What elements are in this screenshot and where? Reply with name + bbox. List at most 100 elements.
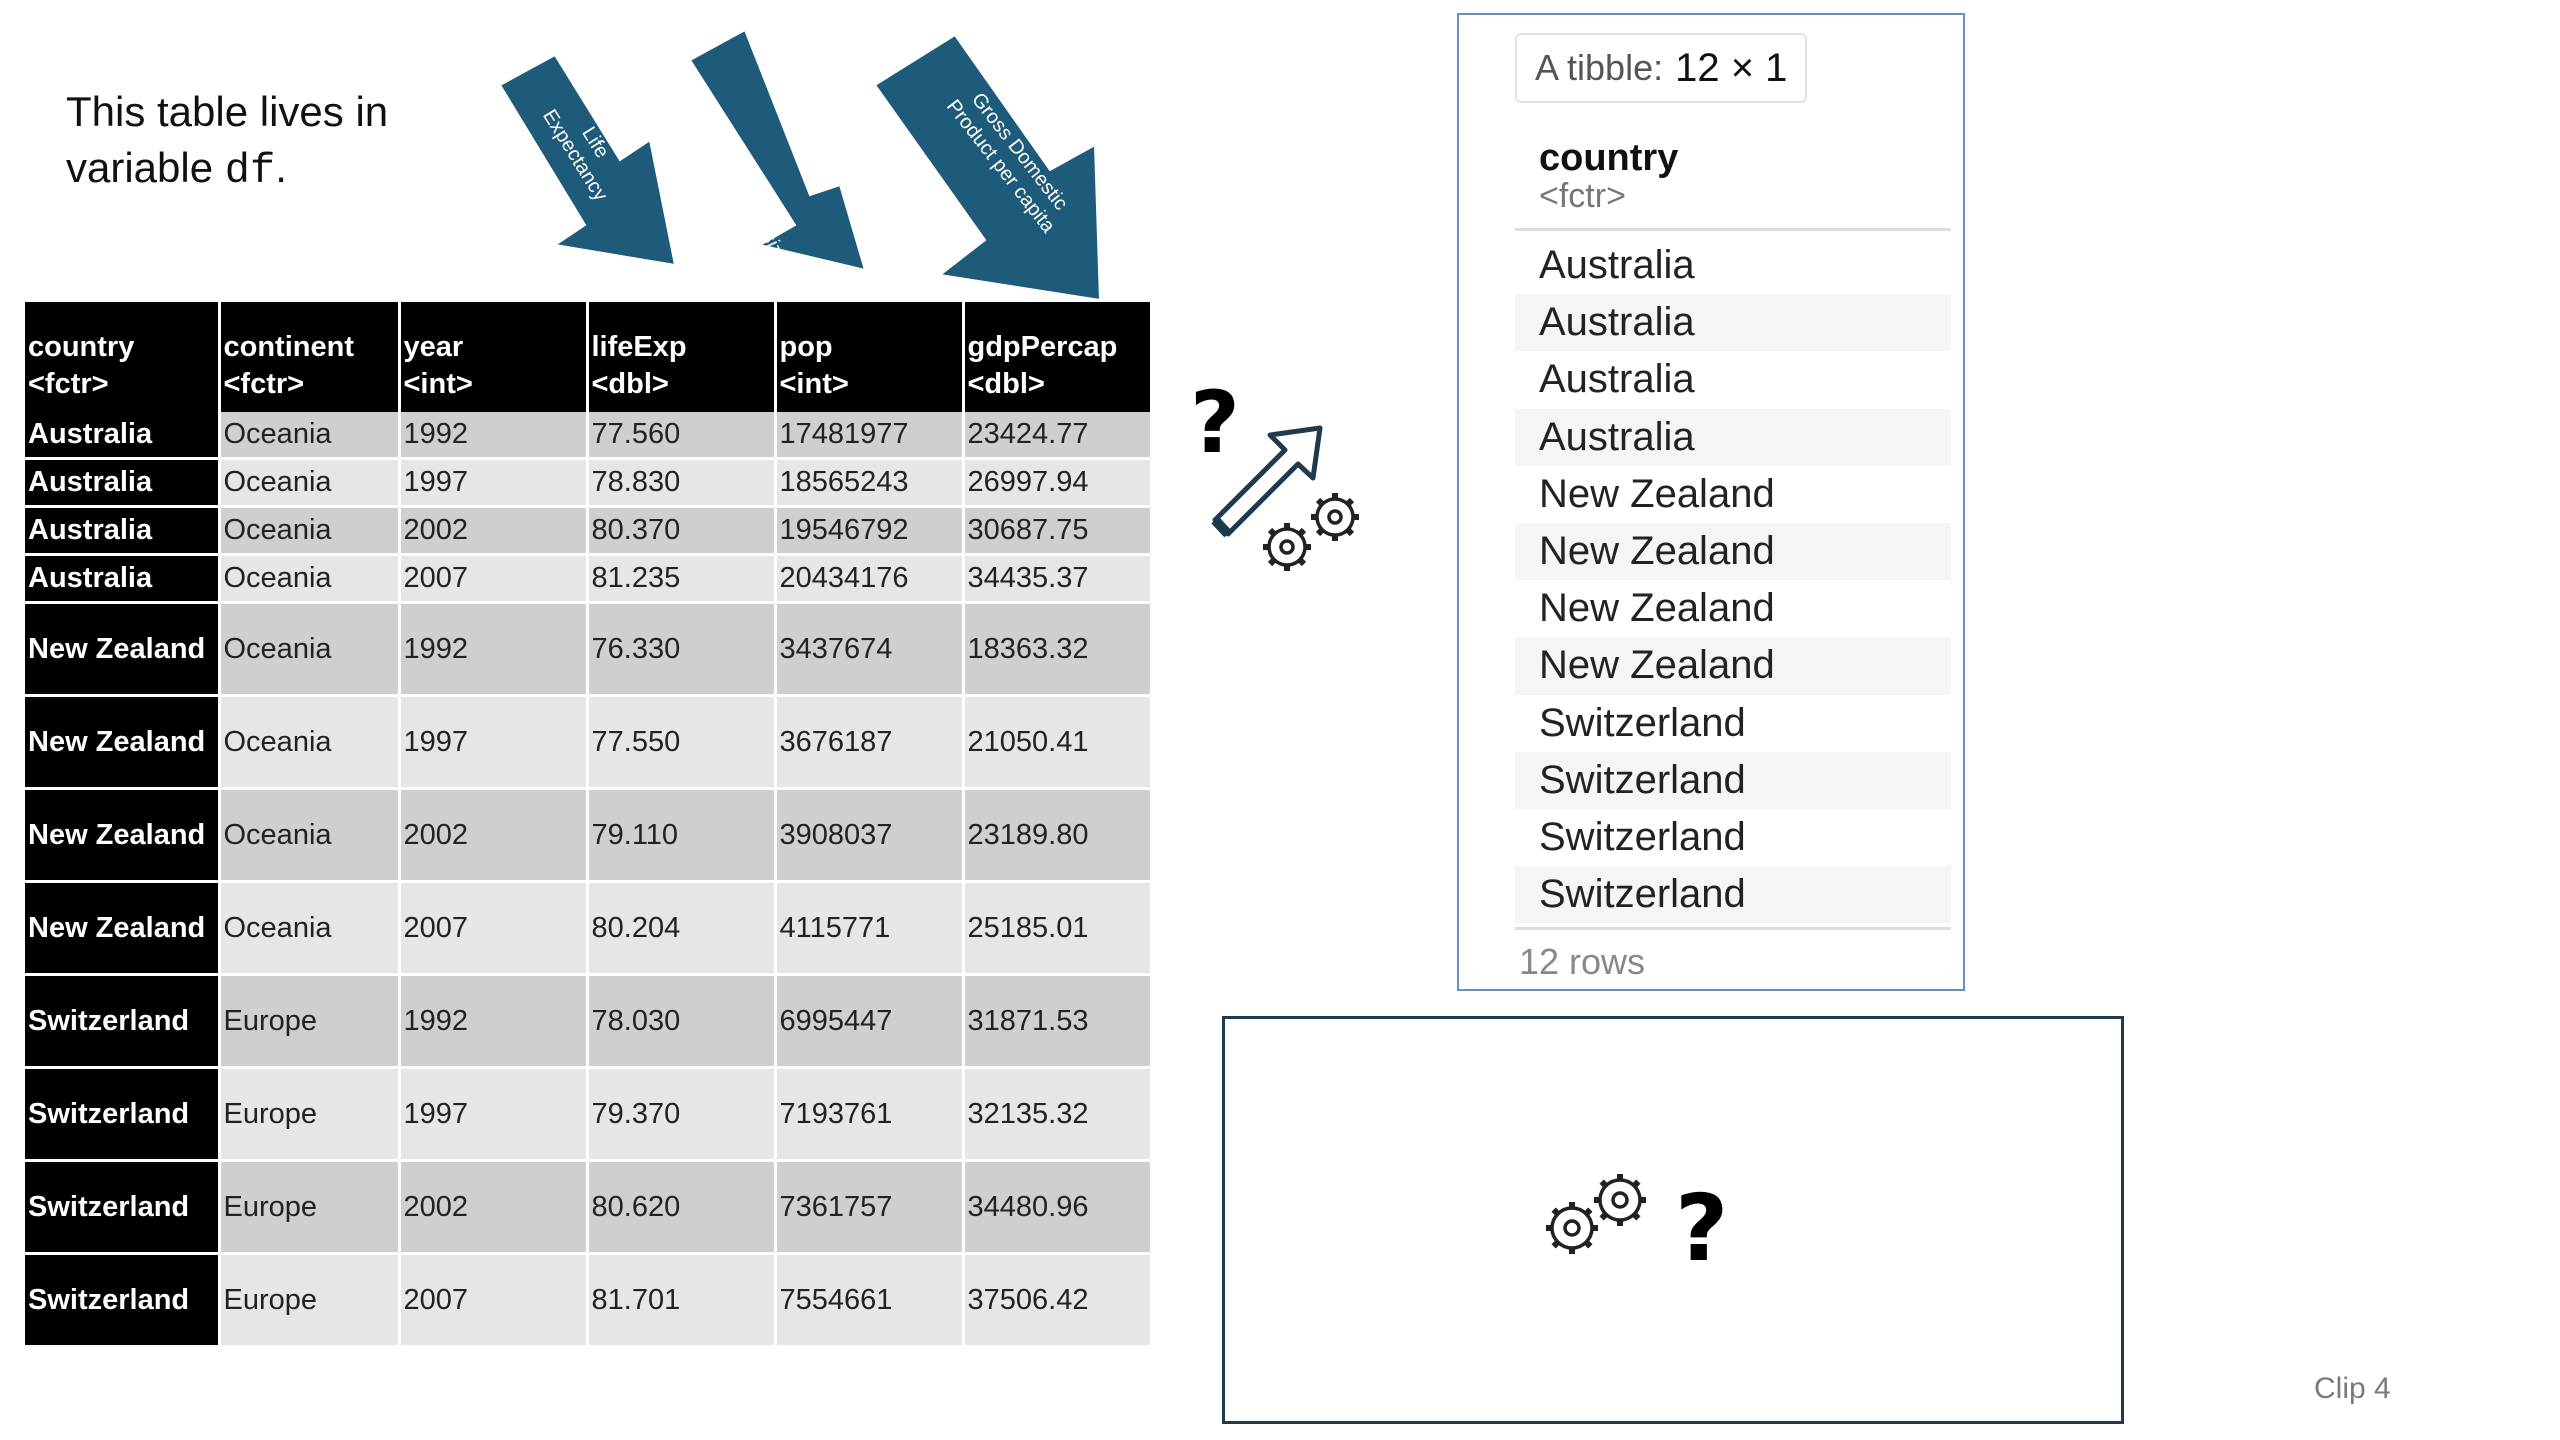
cell-gdppercap: 30687.75 xyxy=(963,506,1153,556)
tibble-row: New Zealand xyxy=(1539,586,1775,631)
cell-country: Australia xyxy=(25,554,221,604)
cell-country: Australia xyxy=(25,412,221,460)
cell-lifeexp: 80.204 xyxy=(587,881,777,976)
col-type-gdppercap: <dbl> xyxy=(963,368,1153,412)
cell-country: Switzerland xyxy=(25,1253,221,1348)
cell-lifeexp: 80.370 xyxy=(587,506,777,556)
cell-country: New Zealand xyxy=(25,881,221,976)
cell-continent: Oceania xyxy=(219,788,401,883)
table-row: Switzerland Europe 2007 81.701 7554661 37506.… xyxy=(25,1253,1153,1348)
tibble-row: Switzerland xyxy=(1515,866,1951,924)
cell-lifeexp: 78.830 xyxy=(587,458,777,508)
tibble-row: New Zealand xyxy=(1515,522,1951,581)
cell-pop: 3908037 xyxy=(775,788,965,883)
gears-icon xyxy=(1546,1174,1646,1254)
cell-gdppercap: 26997.94 xyxy=(963,458,1153,508)
cell-year: 2007 xyxy=(399,554,589,604)
col-header-year: year xyxy=(399,302,589,368)
col-type-pop: <int> xyxy=(775,368,965,412)
result-gears-question: ? xyxy=(1540,1160,1760,1282)
intro-line-2-suffix: . xyxy=(275,144,287,191)
cell-continent: Oceania xyxy=(219,881,401,976)
table-row: Switzerland Europe 1997 79.370 7193761 32135.… xyxy=(25,1067,1153,1162)
cell-lifeexp: 79.110 xyxy=(587,788,777,883)
table-row: New Zealand Oceania 2007 80.204 4115771 25185… xyxy=(25,881,1153,976)
cell-gdppercap: 21050.41 xyxy=(963,695,1153,790)
cell-country: New Zealand xyxy=(25,788,221,883)
table-row: Australia Oceania 1997 78.830 18565243 26997.… xyxy=(25,458,1153,508)
df-table: country continent year lifeExp pop gdpPe… xyxy=(25,302,1153,1348)
process-arrow-gears: ? xyxy=(1190,360,1390,580)
population-size-arrow: Population size xyxy=(685,25,875,275)
col-header-continent: continent xyxy=(219,302,401,368)
cell-pop: 3437674 xyxy=(775,602,965,697)
header-row-names: country continent year lifeExp pop gdpPe… xyxy=(25,302,1153,368)
clip-label: Clip 4 xyxy=(2314,1372,2391,1405)
tibble-badge-dims: 12 × 1 xyxy=(1675,45,1788,90)
cell-lifeexp: 78.030 xyxy=(587,974,777,1069)
intro-text: This table lives in variable df. xyxy=(66,84,388,199)
col-type-year: <int> xyxy=(399,368,589,412)
cell-gdppercap: 18363.32 xyxy=(963,602,1153,697)
table-row: Switzerland Europe 1992 78.030 6995447 31871.… xyxy=(25,974,1153,1069)
tibble-row: Australia xyxy=(1539,243,1695,287)
tibble-header-divider xyxy=(1515,228,1951,231)
cell-country: New Zealand xyxy=(25,602,221,697)
tibble-row: Australia xyxy=(1515,408,1951,466)
cell-gdppercap: 32135.32 xyxy=(963,1067,1153,1162)
cell-year: 1992 xyxy=(399,412,589,460)
cell-gdppercap: 25185.01 xyxy=(963,881,1153,976)
cell-year: 2007 xyxy=(399,1253,589,1348)
cell-lifeexp: 81.701 xyxy=(587,1253,777,1348)
question-mark-icon: ? xyxy=(1675,1175,1728,1280)
tibble-row: Australia xyxy=(1515,294,1951,352)
table-row: Switzerland Europe 2002 80.620 7361757 34480.… xyxy=(25,1160,1153,1255)
cell-gdppercap: 34480.96 xyxy=(963,1160,1153,1255)
cell-country: New Zealand xyxy=(25,695,221,790)
cell-continent: Oceania xyxy=(219,412,401,460)
cell-country: Australia xyxy=(25,506,221,556)
table-row: Australia Oceania 2007 81.235 20434176 34435.… xyxy=(25,554,1153,604)
tibble-footer-divider xyxy=(1515,927,1951,930)
cell-pop: 19546792 xyxy=(775,506,965,556)
tibble-row: Switzerland xyxy=(1515,751,1951,809)
cell-continent: Oceania xyxy=(219,506,401,556)
tibble-output-panel: A tibble: 12 × 1 country <fctr> Australi… xyxy=(1457,13,1965,991)
table-row: New Zealand Oceania 1992 76.330 3437674 18363… xyxy=(25,602,1153,697)
cell-lifeexp: 80.620 xyxy=(587,1160,777,1255)
cell-pop: 18565243 xyxy=(775,458,965,508)
cell-gdppercap: 23189.80 xyxy=(963,788,1153,883)
cell-gdppercap: 37506.42 xyxy=(963,1253,1153,1348)
cell-pop: 17481977 xyxy=(775,412,965,460)
cell-gdppercap: 34435.37 xyxy=(963,554,1153,604)
cell-lifeexp: 77.550 xyxy=(587,695,777,790)
cell-year: 2002 xyxy=(399,1160,589,1255)
cell-continent: Oceania xyxy=(219,695,401,790)
intro-line-2-prefix: variable xyxy=(66,144,225,191)
cell-gdppercap: 23424.77 xyxy=(963,412,1153,460)
cell-country: Switzerland xyxy=(25,1160,221,1255)
col-type-country: <fctr> xyxy=(25,368,221,412)
tibble-column-name: country xyxy=(1539,137,1679,179)
cell-year: 1992 xyxy=(399,974,589,1069)
table-row: Australia Oceania 2002 80.370 19546792 30687.… xyxy=(25,506,1153,556)
cell-continent: Oceania xyxy=(219,554,401,604)
cell-country: Australia xyxy=(25,458,221,508)
col-type-lifeexp: <dbl> xyxy=(587,368,777,412)
cell-country: Switzerland xyxy=(25,974,221,1069)
cell-year: 2007 xyxy=(399,881,589,976)
cell-pop: 7554661 xyxy=(775,1253,965,1348)
col-header-gdppercap: gdpPercap xyxy=(963,302,1153,368)
cell-year: 1992 xyxy=(399,602,589,697)
col-header-pop: pop xyxy=(775,302,965,368)
tibble-row-count: 12 rows xyxy=(1519,941,1646,982)
tibble-row: Australia xyxy=(1539,357,1695,402)
cell-pop: 3676187 xyxy=(775,695,965,790)
cell-year: 1997 xyxy=(399,695,589,790)
cell-lifeexp: 77.560 xyxy=(587,412,777,460)
intro-line-2: variable df. xyxy=(66,140,388,199)
tibble-badge-label: A tibble: xyxy=(1535,47,1664,88)
cell-lifeexp: 79.370 xyxy=(587,1067,777,1162)
cell-year: 1997 xyxy=(399,458,589,508)
tibble-row: New Zealand xyxy=(1515,637,1951,695)
